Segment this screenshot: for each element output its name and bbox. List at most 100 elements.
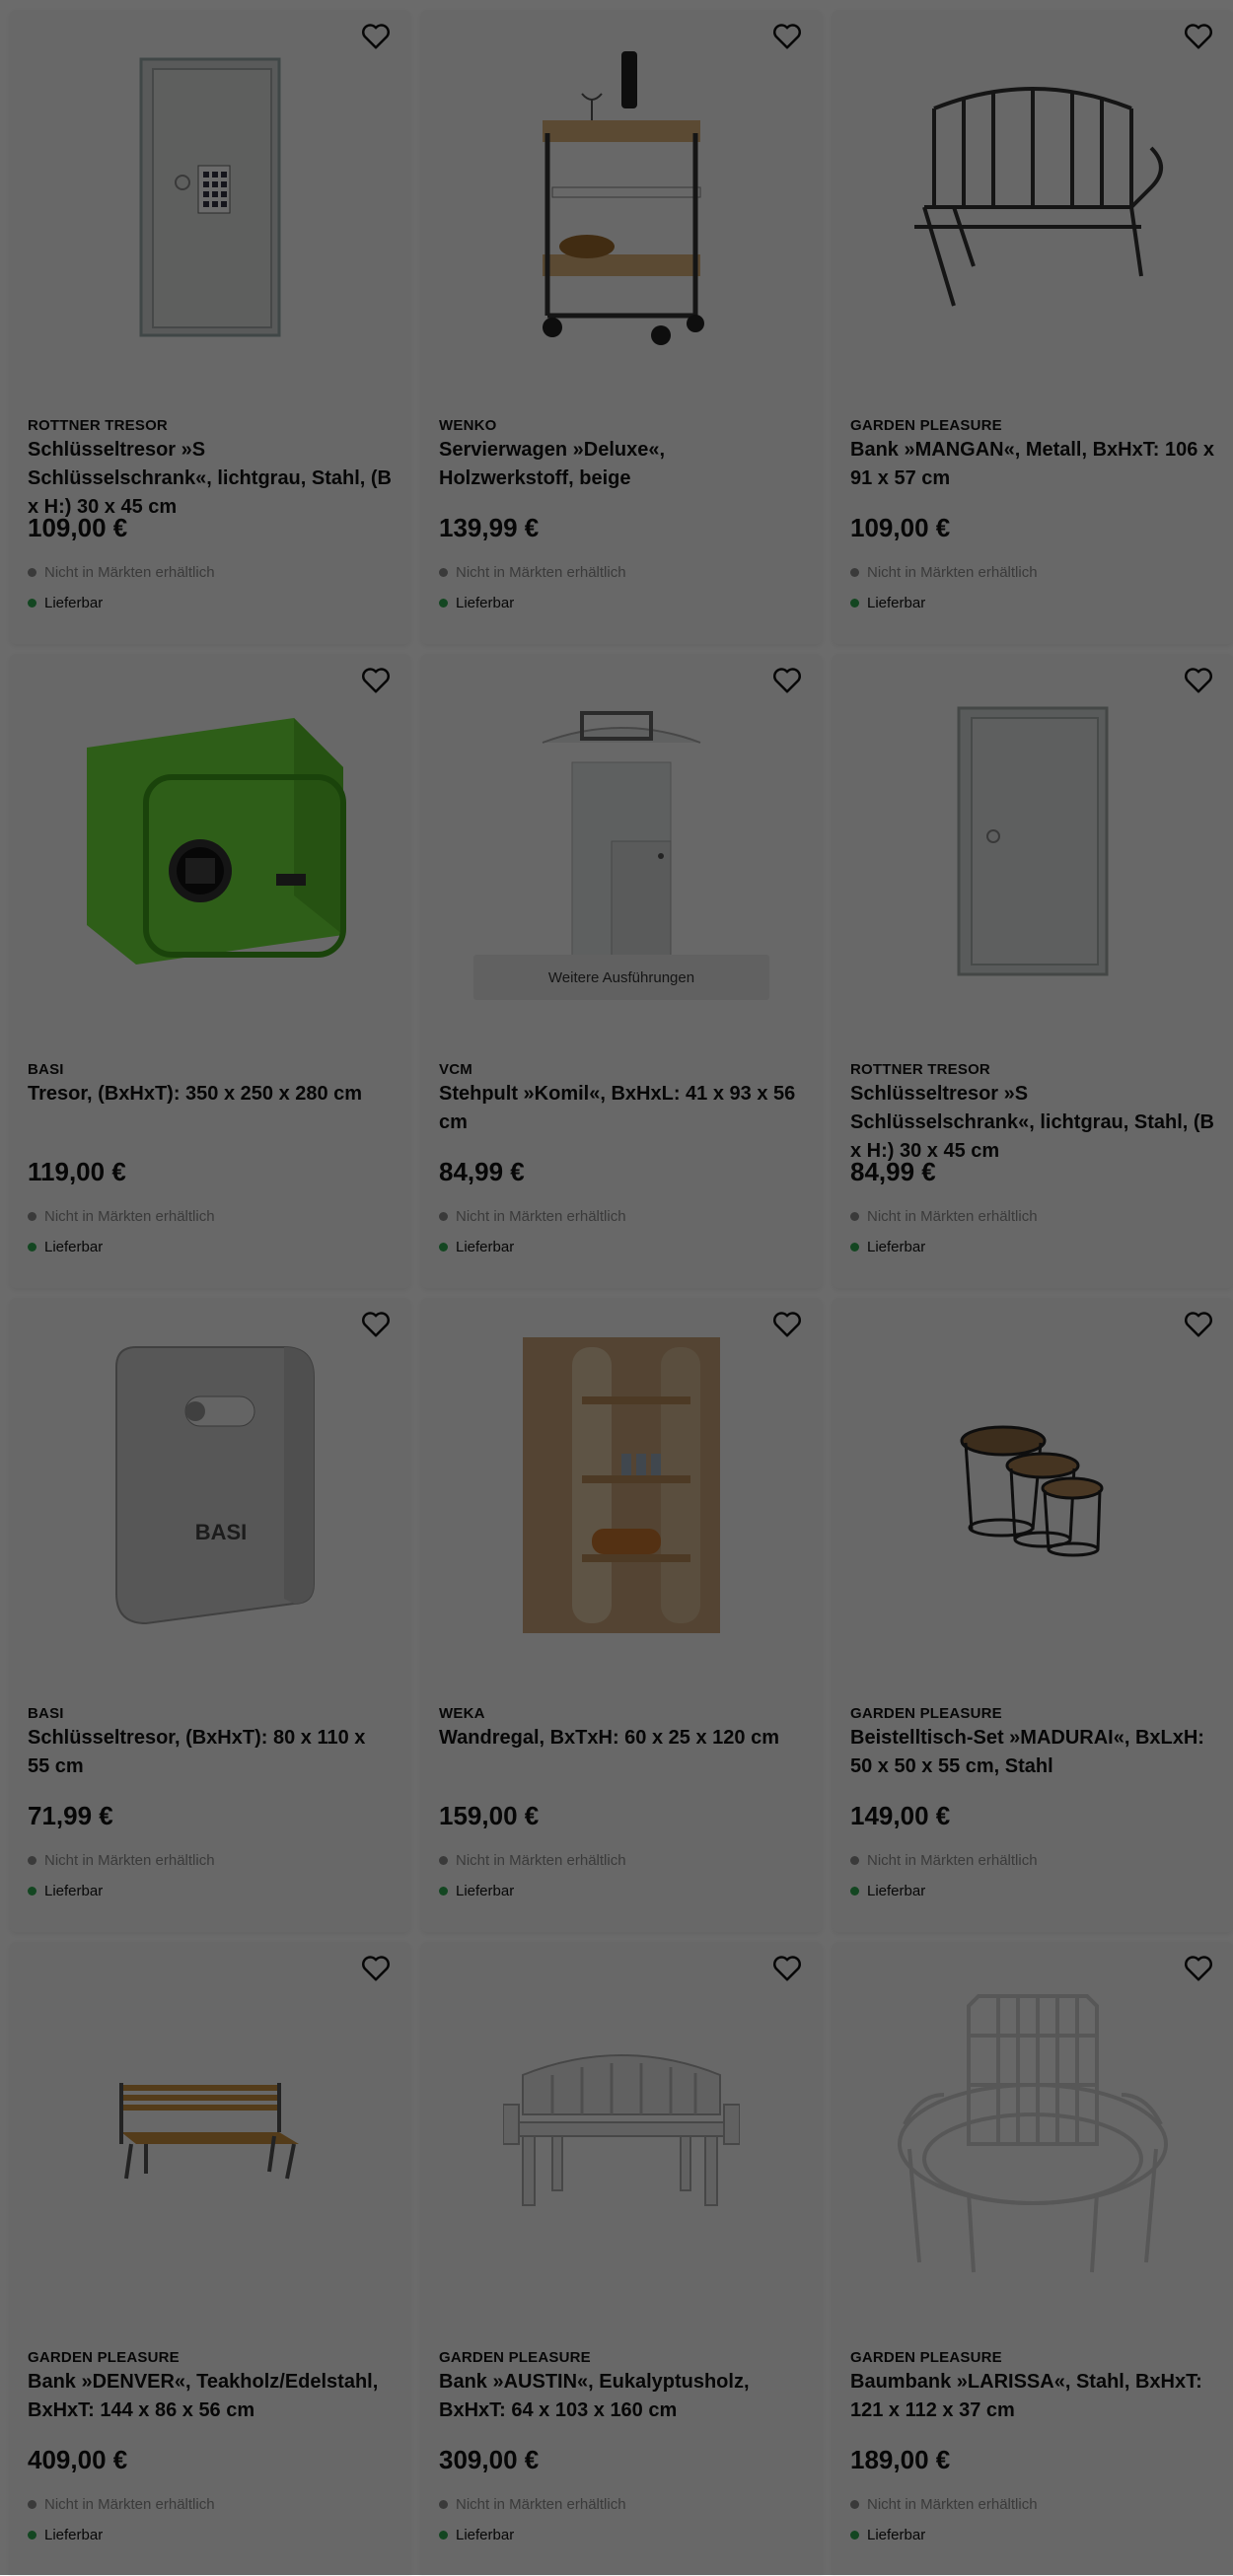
wishlist-heart-icon[interactable] <box>1182 1308 1215 1341</box>
product-price: 309,00 € <box>439 2445 540 2474</box>
store-availability: Nicht in Märkten erhältlich <box>850 1852 1038 1869</box>
product-price: 84,99 € <box>850 1157 936 1186</box>
delivery-availability: Lieferbar <box>28 2527 103 2543</box>
product-image[interactable] <box>10 654 410 1029</box>
product-card[interactable]: GARDEN PLEASURE Bank »MANGAN«, Metall, B… <box>833 10 1233 644</box>
store-availability-label: Nicht in Märkten erhältlich <box>867 1208 1038 1225</box>
wishlist-heart-icon[interactable] <box>770 20 804 53</box>
product-title[interactable]: Bank »DENVER«, Teakholz/Edelstahl, BxHxT… <box>28 2368 393 2425</box>
delivery-availability-label: Lieferbar <box>456 1883 515 1899</box>
product-image[interactable] <box>833 1942 1233 2317</box>
product-title[interactable]: Wandregal, BxTxH: 60 x 25 x 120 cm <box>439 1724 804 1753</box>
product-title[interactable]: Tresor, (BxHxT): 350 x 250 x 280 cm <box>28 1080 393 1109</box>
availability-dot-icon <box>850 599 859 608</box>
store-availability-label: Nicht in Märkten erhältlich <box>867 564 1038 581</box>
product-card[interactable]: BASI BASI Schlüsseltresor, (BxHxT): 80 x… <box>10 1298 410 1932</box>
wishlist-heart-icon[interactable] <box>770 1952 804 1985</box>
delivery-availability-label: Lieferbar <box>44 1883 104 1899</box>
wishlist-heart-icon[interactable] <box>770 664 804 697</box>
product-image[interactable] <box>421 1942 822 2317</box>
product-card[interactable]: GARDEN PLEASURE Beistelltisch-Set »MADUR… <box>833 1298 1233 1932</box>
delivery-availability-label: Lieferbar <box>867 1239 926 1255</box>
store-availability: Nicht in Märkten erhältlich <box>28 564 215 581</box>
wishlist-heart-icon[interactable] <box>1182 1952 1215 1985</box>
availability-dot-icon <box>28 1887 36 1896</box>
delivery-availability: Lieferbar <box>439 1239 514 1255</box>
store-availability-label: Nicht in Märkten erhältlich <box>456 2496 626 2513</box>
wishlist-heart-icon[interactable] <box>359 1952 393 1985</box>
delivery-availability-label: Lieferbar <box>867 2527 926 2543</box>
product-card[interactable]: ROTTNER TRESOR Schlüsseltresor »S Schlüs… <box>833 654 1233 1288</box>
product-card[interactable]: GARDEN PLEASURE Bank »AUSTIN«, Eukalyptu… <box>421 1942 822 2576</box>
product-price: 189,00 € <box>850 2445 951 2474</box>
product-title[interactable]: Schlüsseltresor, (BxHxT): 80 x 110 x 55 … <box>28 1724 393 1781</box>
product-image[interactable] <box>833 1298 1233 1673</box>
product-price: 159,00 € <box>439 1801 540 1830</box>
store-availability-label: Nicht in Märkten erhältlich <box>867 2496 1038 2513</box>
product-title[interactable]: Schlüsseltresor »S Schlüsselschrank«, li… <box>28 436 393 522</box>
product-title[interactable]: Servierwagen »Deluxe«, Holzwerkstoff, be… <box>439 436 804 493</box>
delivery-availability-label: Lieferbar <box>44 1239 104 1255</box>
product-brand: GARDEN PLEASURE <box>850 2349 1002 2366</box>
product-price: 109,00 € <box>28 513 128 542</box>
delivery-availability-label: Lieferbar <box>44 2527 104 2543</box>
product-title[interactable]: Schlüsseltresor »S Schlüsselschrank«, li… <box>850 1080 1215 1166</box>
product-title[interactable]: Baumbank »LARISSA«, Stahl, BxHxT: 121 x … <box>850 2368 1215 2425</box>
product-card[interactable]: BASI Tresor, (BxHxT): 350 x 250 x 280 cm… <box>10 654 410 1288</box>
delivery-availability-label: Lieferbar <box>44 595 104 611</box>
product-price: 139,99 € <box>439 513 540 542</box>
product-card[interactable]: WENKO Servierwagen »Deluxe«, Holzwerksto… <box>421 10 822 644</box>
availability-dot-icon <box>439 1212 448 1221</box>
wishlist-heart-icon[interactable] <box>359 664 393 697</box>
delivery-availability-label: Lieferbar <box>456 2527 515 2543</box>
product-image[interactable] <box>421 1298 822 1673</box>
store-availability-label: Nicht in Märkten erhältlich <box>44 1852 215 1869</box>
product-title[interactable]: Stehpult »Komil«, BxHxL: 41 x 93 x 56 cm <box>439 1080 804 1137</box>
wishlist-heart-icon[interactable] <box>359 20 393 53</box>
product-image[interactable] <box>10 10 410 385</box>
product-card[interactable]: GARDEN PLEASURE Baumbank »LARISSA«, Stah… <box>833 1942 1233 2576</box>
availability-dot-icon <box>439 568 448 577</box>
availability-dot-icon <box>439 2531 448 2540</box>
wishlist-heart-icon[interactable] <box>770 1308 804 1341</box>
product-title[interactable]: Bank »MANGAN«, Metall, BxHxT: 106 x 91 x… <box>850 436 1215 493</box>
delivery-availability: Lieferbar <box>850 1883 925 1899</box>
wishlist-heart-icon[interactable] <box>359 1308 393 1341</box>
store-availability-label: Nicht in Märkten erhältlich <box>456 564 626 581</box>
product-image[interactable]: BASI <box>10 1298 410 1673</box>
store-availability: Nicht in Märkten erhältlich <box>28 1208 215 1225</box>
delivery-availability: Lieferbar <box>439 1883 514 1899</box>
basi-logo: BASI <box>195 1520 248 1544</box>
product-card[interactable]: ROTTNER TRESOR Schlüsseltresor »S Schlüs… <box>10 10 410 644</box>
store-availability: Nicht in Märkten erhältlich <box>850 1208 1038 1225</box>
wishlist-heart-icon[interactable] <box>1182 664 1215 697</box>
delivery-availability-label: Lieferbar <box>456 595 515 611</box>
product-brand: BASI <box>28 1061 64 1078</box>
store-availability: Nicht in Märkten erhältlich <box>439 1852 626 1869</box>
store-availability-label: Nicht in Märkten erhältlich <box>456 1852 626 1869</box>
product-brand: ROTTNER TRESOR <box>850 1061 990 1078</box>
availability-dot-icon <box>850 1887 859 1896</box>
product-card[interactable]: WEKA Wandregal, BxTxH: 60 x 25 x 120 cm … <box>421 1298 822 1932</box>
product-card[interactable]: GARDEN PLEASURE Bank »DENVER«, Teakholz/… <box>10 1942 410 2576</box>
product-image[interactable] <box>833 654 1233 1029</box>
delivery-availability-label: Lieferbar <box>456 1239 515 1255</box>
availability-dot-icon <box>850 1212 859 1221</box>
product-title[interactable]: Bank »AUSTIN«, Eukalyptusholz, BxHxT: 64… <box>439 2368 804 2425</box>
product-image[interactable] <box>421 10 822 385</box>
product-image[interactable] <box>833 10 1233 385</box>
product-title[interactable]: Beistelltisch-Set »MADURAI«, BxLxH: 50 x… <box>850 1724 1215 1781</box>
product-price: 109,00 € <box>850 513 951 542</box>
availability-dot-icon <box>28 2500 36 2509</box>
product-brand: GARDEN PLEASURE <box>439 2349 591 2366</box>
product-brand: WENKO <box>439 417 497 434</box>
product-brand: BASI <box>28 1705 64 1722</box>
more-variants-button[interactable]: Weitere Ausführungen <box>473 955 769 1000</box>
store-availability: Nicht in Märkten erhältlich <box>439 1208 626 1225</box>
availability-dot-icon <box>439 1887 448 1896</box>
product-price: 84,99 € <box>439 1157 525 1186</box>
product-image[interactable] <box>10 1942 410 2317</box>
availability-dot-icon <box>439 1243 448 1252</box>
product-card[interactable]: Weitere Ausführungen VCM Stehpult »Komil… <box>421 654 822 1288</box>
wishlist-heart-icon[interactable] <box>1182 20 1215 53</box>
